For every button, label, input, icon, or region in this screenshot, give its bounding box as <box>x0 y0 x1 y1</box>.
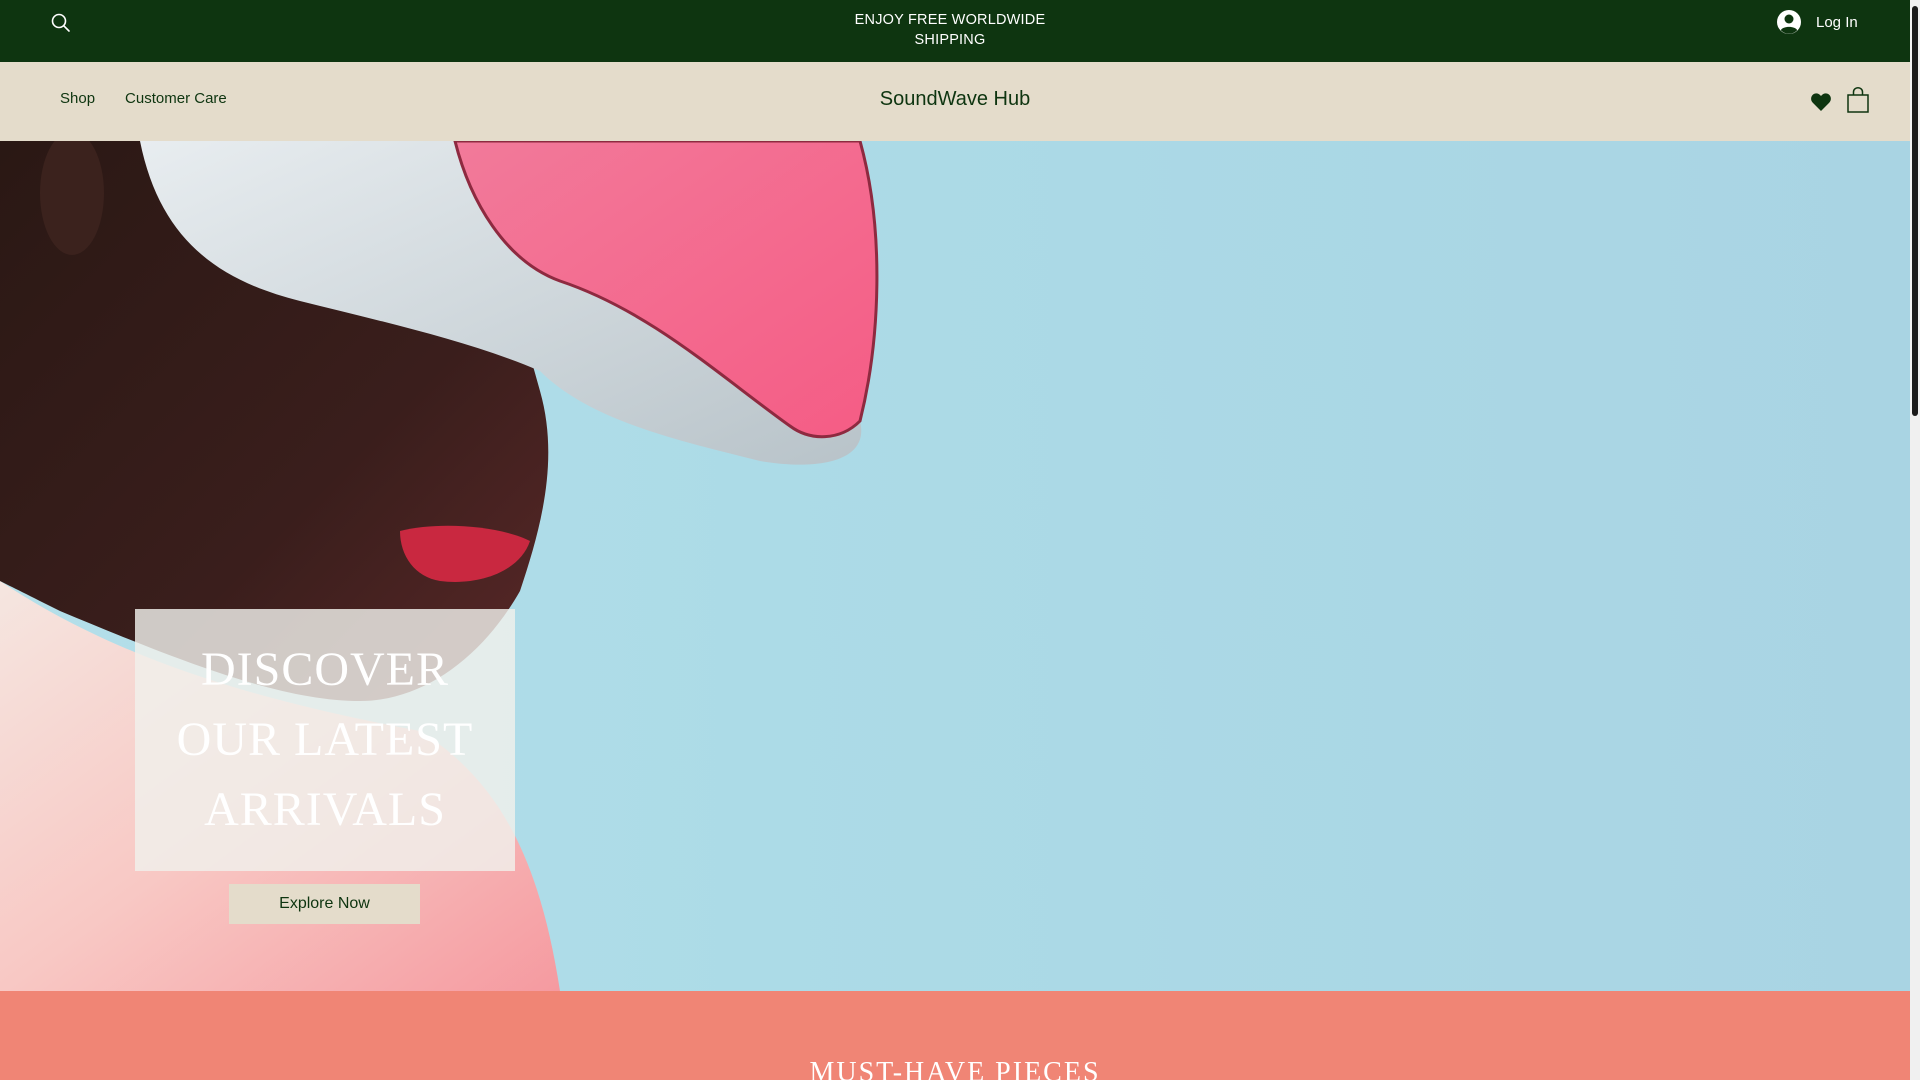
main-nav: Shop Customer Care <box>60 90 227 107</box>
nav-item-shop[interactable]: Shop <box>60 90 95 107</box>
hero-headline-card: DISCOVER OUR LATEST ARRIVALS <box>135 609 515 871</box>
hero-banner: DISCOVER OUR LATEST ARRIVALS Explore Now <box>0 141 1910 991</box>
explore-now-button[interactable]: Explore Now <box>229 884 420 924</box>
announcement-bar: ENJOY FREE WORLDWIDE SHIPPING Log In <box>0 0 1910 62</box>
site-header: Shop Customer Care SoundWave Hub <box>0 62 1910 141</box>
page: ENJOY FREE WORLDWIDE SHIPPING Log In Sho… <box>0 0 1910 1080</box>
login-button[interactable]: Log In <box>1776 8 1858 36</box>
heart-icon[interactable] <box>1810 92 1832 112</box>
section-title: MUST-HAVE PIECES <box>809 1057 1101 1080</box>
brand-logo[interactable]: SoundWave Hub <box>800 88 1110 111</box>
login-label: Log In <box>1816 13 1858 31</box>
scrollbar-thumb[interactable] <box>1912 6 1918 416</box>
hero-headline: DISCOVER OUR LATEST ARRIVALS <box>176 643 474 836</box>
nav-item-customer-care[interactable]: Customer Care <box>125 90 227 107</box>
search-icon[interactable] <box>50 12 72 34</box>
must-have-section: MUST-HAVE PIECES <box>0 991 1910 1080</box>
shipping-announcement: ENJOY FREE WORLDWIDE SHIPPING <box>854 12 1046 48</box>
user-avatar-icon <box>1777 10 1801 34</box>
shopping-bag-icon[interactable] <box>1846 86 1870 114</box>
page-scrollbar[interactable] <box>1910 0 1920 1080</box>
